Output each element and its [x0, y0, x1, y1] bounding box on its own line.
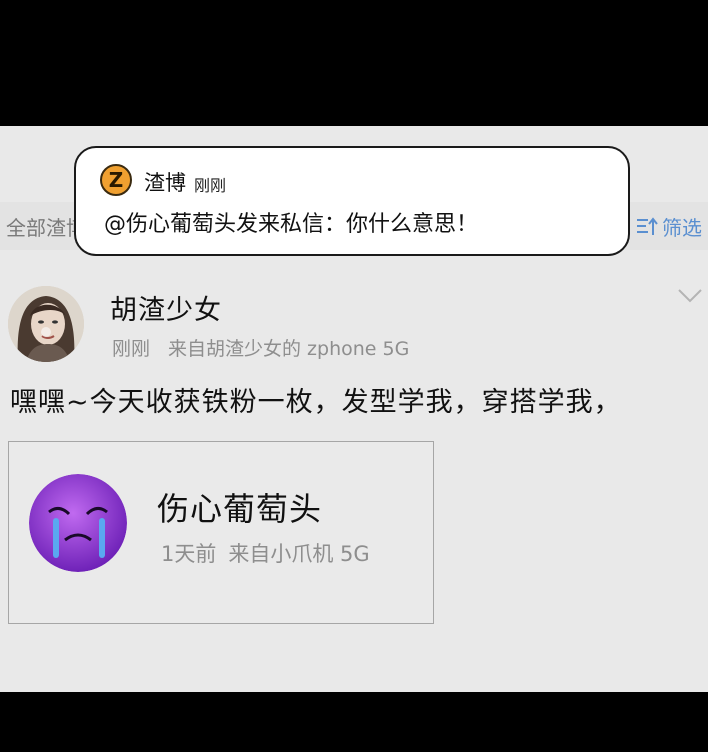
- notification-sender: 渣博: [144, 171, 186, 195]
- quoted-user-source: 来自小爪机 5G: [228, 542, 370, 566]
- post-author-name[interactable]: 胡渣少女: [110, 288, 222, 327]
- quoted-user-time: 1天前: [161, 542, 217, 566]
- post-meta: 刚刚 来自胡渣少女的 zphone 5G: [112, 334, 409, 361]
- quoted-user-meta: 1天前 来自小爪机 5G: [161, 538, 370, 568]
- filter-sort-icon: [637, 216, 658, 235]
- quoted-user-name: 伤心葡萄头: [157, 490, 323, 528]
- crying-grape-avatar: [29, 474, 127, 572]
- filter-label: 筛选: [662, 216, 702, 240]
- message-notification[interactable]: Z 渣博 刚刚 @伤心葡萄头发来私信：你什么意思！: [74, 146, 630, 256]
- quoted-user-avatar: [29, 474, 127, 572]
- app-logo-icon: Z: [100, 164, 132, 196]
- filter-button[interactable]: 筛选: [636, 212, 702, 241]
- woman-portrait-avatar: [8, 286, 84, 362]
- notification-time: 刚刚: [194, 176, 227, 195]
- post-time: 刚刚: [112, 338, 151, 360]
- post-author-avatar[interactable]: [8, 286, 84, 362]
- post-source: 来自胡渣少女的 zphone 5G: [168, 338, 410, 360]
- notification-message: @伤心葡萄头发来私信：你什么意思！: [104, 212, 479, 237]
- quoted-user-card[interactable]: 伤心葡萄头 1天前 来自小爪机 5G: [8, 441, 434, 624]
- post-text: 嘿嘿~今天收获铁粉一枚，发型学我，穿搭学我，: [10, 387, 622, 418]
- chevron-down-icon[interactable]: [676, 286, 704, 306]
